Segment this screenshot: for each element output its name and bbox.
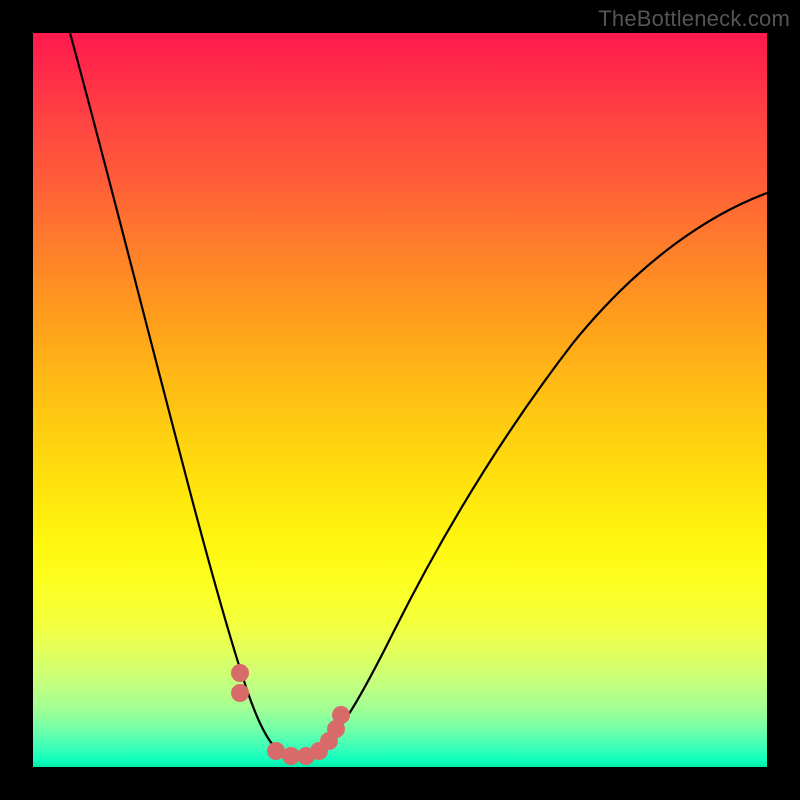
bottleneck-curve (70, 33, 767, 757)
curve-layer (33, 33, 767, 767)
watermark-text: TheBottleneck.com (598, 6, 790, 32)
highlight-dots (231, 664, 350, 765)
chart-frame: TheBottleneck.com (0, 0, 800, 800)
plot-area (33, 33, 767, 767)
